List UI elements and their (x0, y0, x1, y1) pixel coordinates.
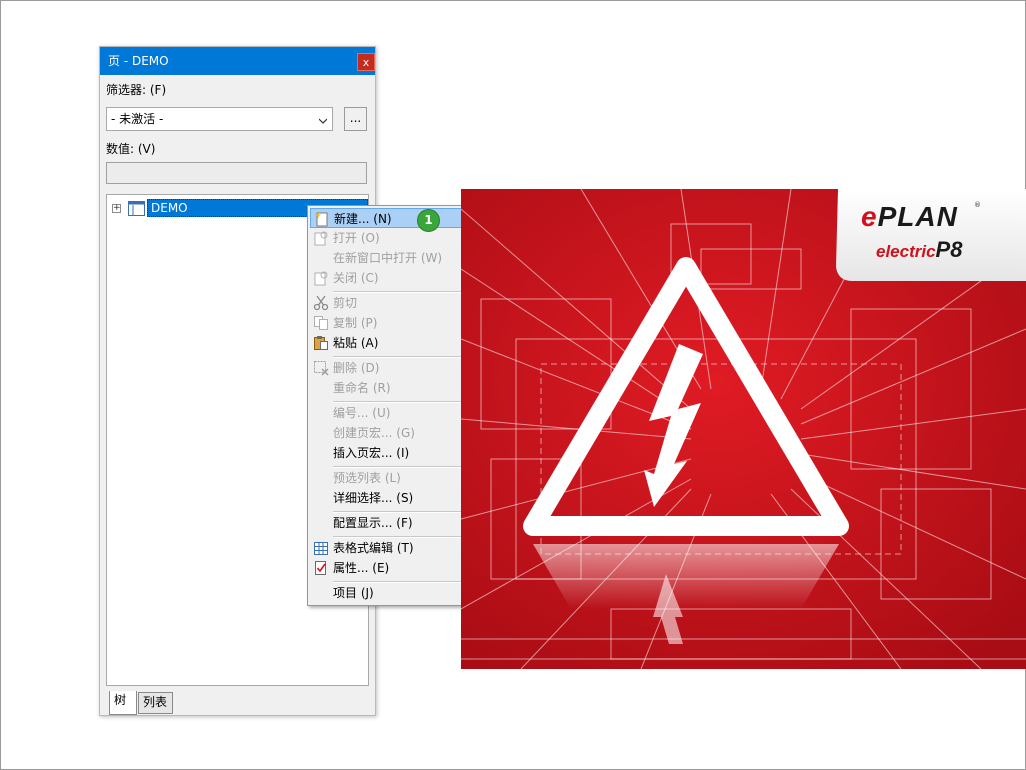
menu-item-create-page-macro[interactable]: 创建页宏... (G) (310, 423, 478, 443)
tab-list[interactable]: 列表 (138, 692, 173, 714)
panel-title: 页 - DEMO (108, 54, 169, 68)
copy-icon (314, 316, 328, 330)
menu-item-label: 属性... (E) (333, 561, 390, 575)
eplan-logo: ePLAN ® electricP8 (834, 189, 1026, 281)
menu-item-configure-display[interactable]: 配置显示... (F) (310, 513, 478, 533)
menu-item-label: 复制 (P) (333, 316, 378, 330)
project-icon (128, 201, 145, 216)
filter-dropdown[interactable]: - 未激活 - (106, 107, 333, 131)
menu-item-label: 配置显示... (F) (333, 516, 413, 530)
menu-item-label: 详细选择... (S) (333, 491, 414, 505)
context-menu: 新建... (N) 1 打开 (O) 在新窗口中打开 (W) 关闭 (C) 剪切 (307, 205, 481, 606)
menu-item-cut[interactable]: 剪切 (310, 293, 478, 313)
scissors-icon (313, 295, 329, 311)
menu-item-open-new-window[interactable]: 在新窗口中打开 (W) (310, 248, 478, 268)
menu-item-label: 创建页宏... (G) (333, 426, 415, 440)
menu-item-properties[interactable]: 属性... (E) (310, 558, 478, 578)
menu-item-delete[interactable]: 删除 (D) (310, 358, 478, 378)
logo-plan: PLAN (877, 201, 958, 232)
menu-item-paste[interactable]: 粘贴 (A) (310, 333, 478, 353)
menu-item-rename[interactable]: 重命名 (R) (310, 378, 478, 398)
menu-item-label: 关闭 (C) (333, 271, 379, 285)
menu-item-label: 新建... (N) (334, 212, 392, 226)
close-button[interactable]: x (357, 53, 375, 71)
menu-item-label: 编号... (U) (333, 406, 391, 420)
menu-item-close[interactable]: 关闭 (C) (310, 268, 478, 288)
menu-item-table-edit[interactable]: 表格式编辑 (T) (310, 538, 478, 558)
logo-subtitle: electricP8 (876, 237, 962, 263)
menu-item-label: 粘贴 (A) (333, 336, 379, 350)
value-input[interactable] (106, 162, 367, 184)
properties-icon (315, 561, 326, 575)
value-label: 数值: (V) (106, 142, 156, 156)
menu-item-detail-selection[interactable]: 详细选择... (S) (310, 488, 478, 508)
logo-registered: ® (974, 201, 981, 209)
chevron-down-icon (319, 118, 327, 124)
menu-item-project[interactable]: 项目 (J) (310, 583, 478, 603)
menu-item-open[interactable]: 打开 (O) (310, 228, 478, 248)
filter-more-button[interactable]: ... (344, 107, 367, 131)
menu-item-label: 在新窗口中打开 (W) (333, 251, 443, 265)
menu-item-new[interactable]: 新建... (N) 1 (310, 208, 478, 232)
filter-value: - 未激活 - (111, 112, 164, 126)
menu-item-label: 重命名 (R) (333, 381, 391, 395)
menu-item-preselection-list[interactable]: 预选列表 (L) (310, 468, 478, 488)
table-icon (314, 542, 328, 555)
panel-titlebar[interactable]: 页 - DEMO x (100, 47, 375, 75)
close-page-icon (314, 271, 328, 286)
menu-item-insert-page-macro[interactable]: 插入页宏... (I) (310, 443, 478, 463)
open-page-icon (314, 231, 328, 246)
expand-icon[interactable]: + (112, 204, 121, 213)
logo-wordmark: ePLAN (861, 201, 958, 233)
menu-item-label: 预选列表 (L) (333, 471, 401, 485)
menu-item-copy[interactable]: 复制 (P) (310, 313, 478, 333)
menu-item-label: 剪切 (333, 296, 358, 310)
menu-item-numbering[interactable]: 编号... (U) (310, 403, 478, 423)
delete-icon (314, 361, 329, 376)
new-page-icon (314, 212, 328, 227)
logo-version: P8 (935, 237, 963, 262)
tab-tree[interactable]: 树 (109, 691, 137, 715)
menu-item-label: 删除 (D) (333, 361, 380, 375)
filter-label: 筛选器: (F) (106, 83, 167, 97)
menu-item-label: 打开 (O) (333, 231, 380, 245)
logo-e: e (861, 201, 878, 232)
menu-item-label: 项目 (J) (333, 586, 374, 600)
menu-item-label: 表格式编辑 (T) (333, 541, 414, 555)
menu-item-label: 插入页宏... (I) (333, 446, 410, 460)
tree-item-label: DEMO (151, 201, 188, 215)
logo-electric: electric (876, 242, 936, 261)
paste-icon (314, 336, 328, 350)
eplan-splash-image: ePLAN ® electricP8 (461, 189, 1026, 669)
